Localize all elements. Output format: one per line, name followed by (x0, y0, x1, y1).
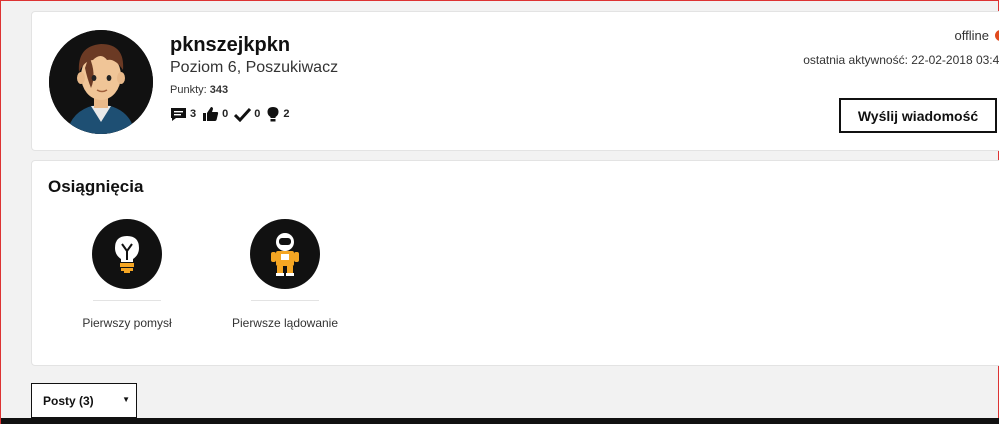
bottom-bar (1, 418, 999, 424)
stat-solutions-value: 0 (254, 108, 261, 120)
comment-icon (171, 107, 186, 121)
posts-filter-value: Posty (3) (43, 393, 94, 408)
stat-comments: 3 (170, 107, 196, 122)
achievement-divider (251, 300, 319, 301)
status-text: offline (954, 28, 989, 43)
user-stats: 3 0 0 2 (170, 106, 290, 122)
last-activity: ostatnia aktywność: 22-02-2018 03:40 (803, 53, 999, 67)
achievement-label: Pierwszy pomysł (82, 316, 172, 330)
stat-ideas-value: 2 (283, 108, 290, 120)
achievement-item[interactable]: Pierwsze lądowanie (215, 219, 355, 330)
send-message-button[interactable]: Wyślij wiadomość (839, 98, 997, 133)
points-label: Punkty: (170, 84, 207, 96)
thumbs-up-icon (203, 107, 219, 121)
profile-card: pknszejkpkn Poziom 6, Poszukiwacz Punkty… (31, 11, 999, 151)
astronaut-badge-icon (250, 219, 320, 289)
avatar (49, 30, 153, 134)
lightbulb-badge-icon (92, 219, 162, 289)
user-level: Poziom 6, Poszukiwacz (170, 59, 339, 76)
checkmark-icon (234, 107, 252, 122)
stat-comments-value: 3 (190, 108, 197, 120)
achievements-title: Osiągnięcia (48, 177, 144, 196)
stat-ideas: 2 (266, 106, 290, 122)
online-status: offline (955, 28, 999, 43)
achievement-divider (93, 300, 161, 301)
username: pknszejkpkn (170, 34, 291, 56)
stat-likes-value: 0 (222, 108, 229, 120)
posts-filter-select[interactable]: Posty (3) ▼ (31, 383, 137, 418)
points-value: 343 (209, 84, 229, 96)
stat-likes: 0 (202, 106, 228, 122)
achievement-label: Pierwsze lądowanie (231, 316, 339, 330)
stat-solutions: 0 (234, 107, 260, 122)
achievement-item[interactable]: Pierwszy pomysł (57, 219, 197, 330)
status-dot (995, 30, 999, 41)
avatar-illustration-icon (49, 30, 153, 134)
lightbulb-icon (267, 107, 279, 122)
caret-down-icon: ▼ (122, 395, 130, 404)
achievements-card: Osiągnięcia Pierwszy pomysł Pierwsze ląd… (31, 160, 999, 366)
points: Punkty: 343 (170, 84, 228, 96)
